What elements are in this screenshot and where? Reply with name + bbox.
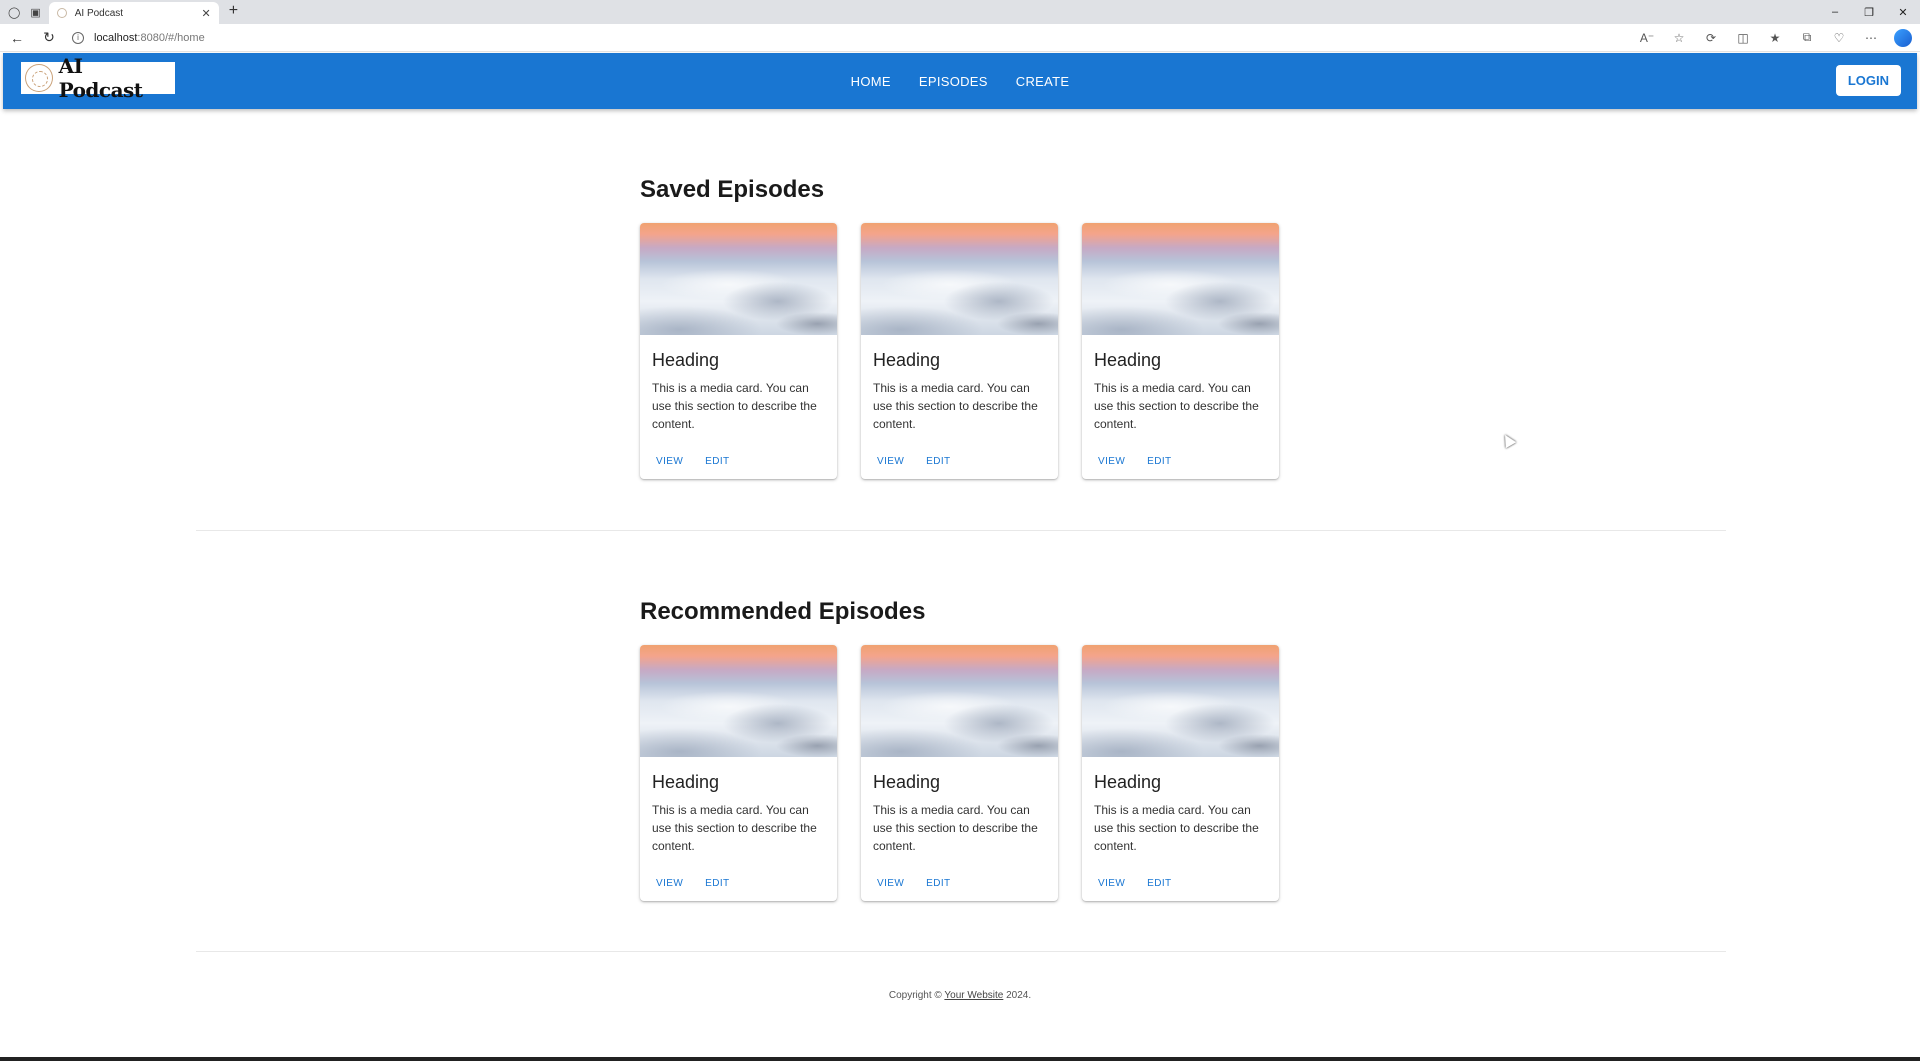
url-text: localhost:8080/#/home <box>94 32 205 44</box>
browser-essentials-icon[interactable]: ♡ <box>1830 31 1848 45</box>
minimize-icon[interactable]: – <box>1818 6 1852 18</box>
window-controls: – ❐ ✕ <box>1818 0 1920 24</box>
site-logo[interactable]: AI Podcast <box>21 54 175 102</box>
edit-button[interactable]: EDIT <box>697 878 737 889</box>
mouse-cursor-icon <box>1499 431 1517 449</box>
edit-button[interactable]: EDIT <box>918 456 958 467</box>
favorites-icon[interactable]: ★ <box>1766 31 1784 45</box>
nav-home[interactable]: HOME <box>851 74 891 89</box>
episode-card: Heading This is a media card. You can us… <box>640 223 837 479</box>
footer-divider <box>196 951 1726 952</box>
recommended-episodes-title: Recommended Episodes <box>640 598 926 625</box>
recommended-episodes-section: Recommended Episodes Heading This is a m… <box>640 598 1280 901</box>
section-divider <box>196 530 1726 531</box>
card-actions: VIEW EDIT <box>869 878 959 889</box>
episode-card: Heading This is a media card. You can us… <box>640 645 837 901</box>
copyright-suffix: 2024. <box>1003 990 1032 1001</box>
saved-episodes-cards: Heading This is a media card. You can us… <box>640 223 1280 479</box>
profile-icon[interactable]: ◯ <box>8 6 20 19</box>
episode-card: Heading This is a media card. You can us… <box>861 645 1058 901</box>
tabstrip-left-icons: ◯ ▣ <box>0 0 49 24</box>
copyright-prefix: Copyright © <box>888 990 945 1001</box>
card-body: This is a media card. You can use this s… <box>652 381 817 431</box>
edit-button[interactable]: EDIT <box>1139 456 1179 467</box>
extensions-icon[interactable]: ⟳ <box>1702 31 1720 45</box>
view-button[interactable]: VIEW <box>1090 878 1133 889</box>
tab-favicon-icon <box>56 8 67 18</box>
card-actions: VIEW EDIT <box>648 456 738 467</box>
nav-episodes[interactable]: EPISODES <box>919 74 988 89</box>
main-nav: HOME EPISODES CREATE <box>851 74 1070 89</box>
card-media-image <box>1082 645 1279 757</box>
restore-icon[interactable]: ❐ <box>1852 6 1886 19</box>
edit-button[interactable]: EDIT <box>918 878 958 889</box>
browser-tabstrip: ◯ ▣ AI Podcast ✕ + – ❐ ✕ <box>0 0 1920 24</box>
card-heading: Heading <box>1094 350 1162 370</box>
view-button[interactable]: VIEW <box>648 456 691 467</box>
url-field[interactable]: i localhost:8080/#/home <box>72 31 1624 44</box>
card-body: This is a media card. You can use this s… <box>1094 803 1259 853</box>
recommended-episodes-cards: Heading This is a media card. You can us… <box>640 645 1280 901</box>
read-aloud-icon[interactable]: A⁻ <box>1638 31 1656 45</box>
saved-episodes-title: Saved Episodes <box>640 176 825 203</box>
card-media-image <box>861 223 1058 335</box>
browser-toolbar: A⁻ ☆ ⟳ ◫ ★ ⧉ ♡ ⋯ <box>1638 28 1912 47</box>
window-close-icon[interactable]: ✕ <box>1886 6 1920 19</box>
card-body: This is a media card. You can use this s… <box>652 803 817 853</box>
footer-website-link[interactable]: Your Website <box>944 990 1003 1001</box>
url-host: localhost <box>94 31 138 44</box>
card-heading: Heading <box>873 772 941 792</box>
card-media-image <box>1082 223 1279 335</box>
card-body: This is a media card. You can use this s… <box>1094 381 1259 431</box>
favorite-star-icon[interactable]: ☆ <box>1670 31 1688 45</box>
card-media-image <box>861 645 1058 757</box>
episode-card: Heading This is a media card. You can us… <box>1082 223 1279 479</box>
taskbar-edge <box>0 1057 1920 1061</box>
card-heading: Heading <box>652 350 720 370</box>
saved-episodes-section: Saved Episodes Heading This is a media c… <box>640 176 1280 479</box>
back-icon[interactable]: ← <box>8 30 26 46</box>
logo-mark-icon <box>25 64 53 92</box>
card-actions: VIEW EDIT <box>1090 878 1180 889</box>
split-screen-icon[interactable]: ◫ <box>1734 31 1752 45</box>
view-button[interactable]: VIEW <box>869 456 912 467</box>
logo-text: AI Podcast <box>58 54 143 102</box>
new-tab-icon[interactable]: + <box>219 0 248 24</box>
copilot-icon[interactable] <box>1894 28 1912 47</box>
card-body: This is a media card. You can use this s… <box>873 381 1038 431</box>
view-button[interactable]: VIEW <box>1090 456 1133 467</box>
card-heading: Heading <box>873 350 941 370</box>
episode-card: Heading This is a media card. You can us… <box>861 223 1058 479</box>
card-actions: VIEW EDIT <box>1090 456 1180 467</box>
edit-button[interactable]: EDIT <box>697 456 737 467</box>
app-header: AI Podcast HOME EPISODES CREATE LOGIN <box>3 53 1917 109</box>
site-info-icon[interactable]: i <box>72 31 84 44</box>
card-actions: VIEW EDIT <box>648 878 738 889</box>
card-heading: Heading <box>1094 772 1162 792</box>
url-rest: :8080/#/home <box>137 31 205 44</box>
card-media-image <box>640 645 837 757</box>
view-button[interactable]: VIEW <box>869 878 912 889</box>
edit-button[interactable]: EDIT <box>1139 878 1179 889</box>
reload-icon[interactable]: ↻ <box>40 29 58 46</box>
more-menu-icon[interactable]: ⋯ <box>1862 31 1880 45</box>
view-button[interactable]: VIEW <box>648 878 691 889</box>
nav-create[interactable]: CREATE <box>1016 74 1070 89</box>
card-body: This is a media card. You can use this s… <box>873 803 1038 853</box>
tab-actions-icon[interactable]: ▣ <box>30 6 40 19</box>
card-heading: Heading <box>652 772 720 792</box>
episode-card: Heading This is a media card. You can us… <box>1082 645 1279 901</box>
card-actions: VIEW EDIT <box>869 456 959 467</box>
tab-title: AI Podcast <box>74 7 124 19</box>
collections-icon[interactable]: ⧉ <box>1798 30 1816 45</box>
browser-addressbar: ← ↻ i localhost:8080/#/home A⁻ ☆ ⟳ ◫ ★ ⧉… <box>0 24 1920 52</box>
tab-close-icon[interactable]: ✕ <box>202 7 211 20</box>
card-media-image <box>640 223 837 335</box>
login-button[interactable]: LOGIN <box>1835 65 1901 96</box>
footer-copyright: Copyright © Your Website 2024. <box>0 990 1920 1001</box>
browser-tab[interactable]: AI Podcast ✕ <box>48 2 219 24</box>
